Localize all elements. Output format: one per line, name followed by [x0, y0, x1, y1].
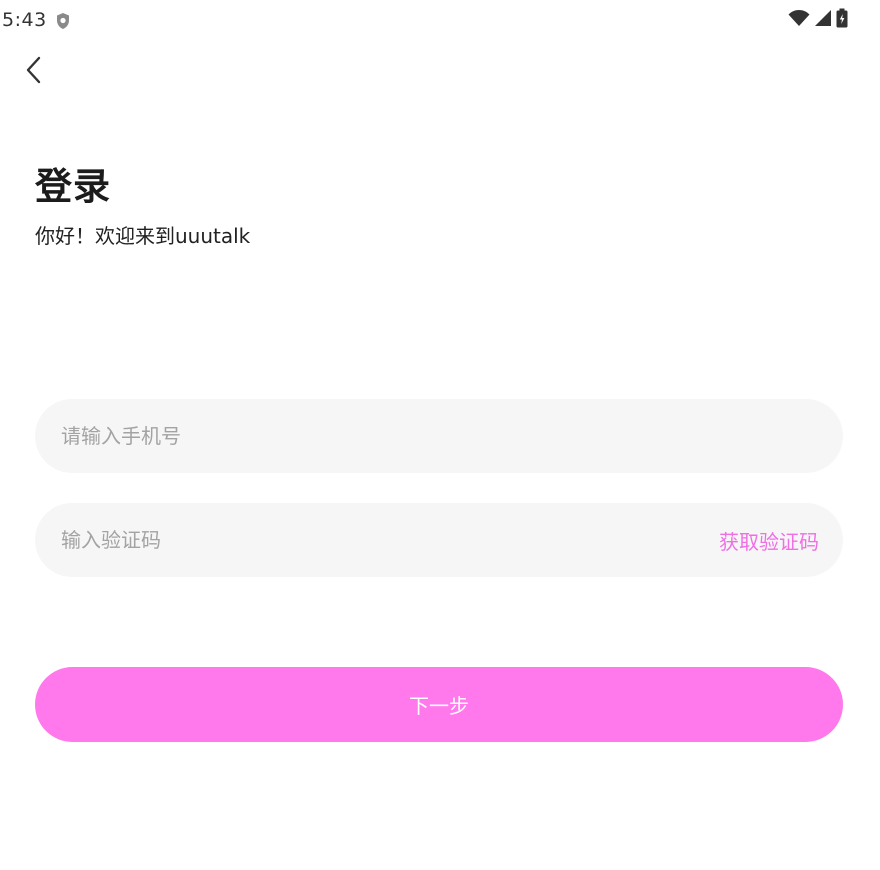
welcome-subtitle: 你好！欢迎来到uuutalk — [35, 224, 251, 248]
status-time: 5:43 — [2, 9, 47, 31]
shield-icon — [55, 12, 71, 30]
get-code-button[interactable]: 获取验证码 — [719, 526, 819, 555]
phone-field[interactable] — [35, 398, 843, 474]
status-icons — [788, 8, 848, 32]
cellular-signal-icon — [814, 9, 832, 31]
back-button[interactable] — [14, 52, 54, 92]
verification-code-field[interactable]: 获取验证码 — [35, 502, 843, 578]
page-title: 登录 — [35, 165, 111, 208]
chevron-left-icon — [24, 55, 44, 89]
verification-code-input[interactable] — [59, 502, 719, 578]
battery-icon — [836, 8, 848, 32]
phone-input[interactable] — [59, 398, 819, 474]
login-screen: 5:43 登录 你好！欢迎来到uuutalk 请输入手机号 输入验证码 获取验证… — [0, 0, 880, 870]
next-button[interactable]: 下一步 — [35, 667, 843, 742]
wifi-icon — [788, 9, 810, 31]
status-bar: 5:43 — [0, 0, 880, 40]
